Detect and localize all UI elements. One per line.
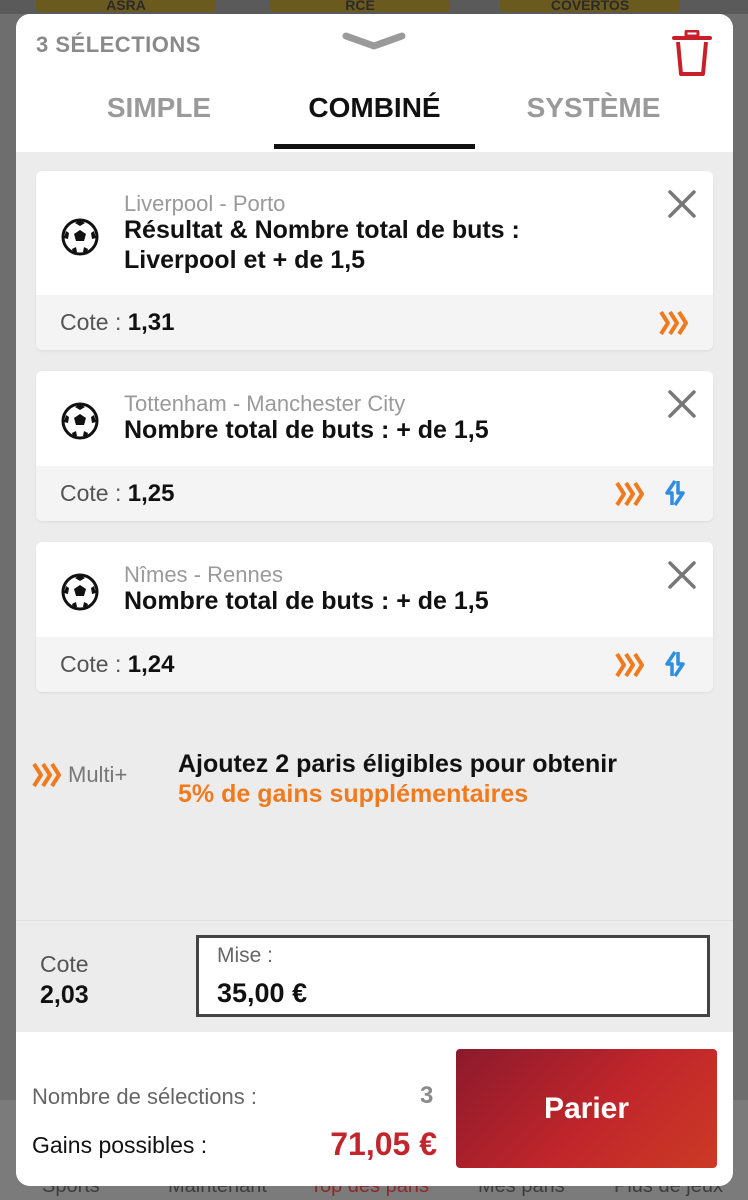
odds-display: Cote : 1,25 [60, 480, 174, 508]
selection-card: Nîmes - Rennes Nombre total de buts : + … [36, 542, 713, 692]
market-line: Nombre total de buts : + de 1,5 [124, 416, 489, 444]
match-name: Tottenham - Manchester City [124, 391, 406, 416]
selection-count: 3 SÉLECTIONS [36, 32, 201, 57]
place-bet-button[interactable]: Parier [456, 1049, 717, 1168]
stake-section: Cote 2,03 Mise : 35,00 € [16, 920, 733, 1033]
bet-summary: Nombre de sélections : 3 Gains possibles… [16, 1032, 733, 1186]
stake-input[interactable]: Mise : 35,00 € [196, 935, 710, 1017]
swap-icon [665, 651, 685, 677]
total-odds-value: 2,03 [40, 981, 89, 1009]
market-label: Nombre total de buts : + de 1,5 [124, 415, 644, 445]
odds-value: 1,24 [127, 651, 175, 678]
trash-icon[interactable] [672, 30, 712, 76]
multi-plus-subtitle: 5% de gains supplémentaires [178, 780, 529, 808]
close-icon[interactable] [667, 389, 697, 419]
boost-icon [659, 310, 688, 336]
stake-label: Mise : [217, 944, 274, 967]
odds-row: Cote : 1,24 [36, 637, 713, 692]
boost-icon [615, 481, 644, 507]
football-icon [61, 218, 99, 256]
tab-systeme[interactable]: SYSTÈME [516, 92, 671, 124]
odds-label: Cote : [60, 309, 122, 335]
odds-value: 1,31 [127, 309, 175, 336]
close-icon[interactable] [667, 560, 697, 590]
collapse-handle-icon[interactable] [342, 30, 406, 56]
swap-icon [665, 480, 685, 506]
market-line: Nombre total de buts : + de 1,5 [124, 587, 489, 615]
close-icon[interactable] [667, 189, 697, 219]
selection-card: Liverpool - Porto Résultat & Nombre tota… [36, 171, 713, 350]
background-button: ASRA [36, 0, 216, 12]
total-odds-label: Cote [40, 951, 89, 977]
bet-slip-sheet: 3 SÉLECTIONS SIMPLE COMBINÉ SYSTÈME Live… [16, 14, 733, 1186]
market-line: Liverpool et + de 1,5 [124, 246, 366, 274]
multi-plus-title: Ajoutez 2 paris éligibles pour obtenir [178, 750, 617, 778]
selections-count-value: 3 [420, 1082, 434, 1109]
multi-plus-label: Multi+ [68, 762, 128, 787]
boost-icon [615, 652, 644, 678]
potential-winnings-label: Gains possibles : [32, 1132, 208, 1158]
odds-label: Cote : [60, 651, 122, 677]
football-icon [61, 402, 99, 440]
match-name: Liverpool - Porto [124, 191, 286, 216]
match-name: Nîmes - Rennes [124, 562, 283, 587]
market-label: Résultat & Nombre total de buts : Liverp… [124, 215, 644, 275]
market-label: Nombre total de buts : + de 1,5 [124, 586, 644, 616]
stake-value: 35,00 € [217, 978, 308, 1008]
potential-winnings-value: 71,05 € [330, 1126, 437, 1162]
odds-row: Cote : 1,25 [36, 466, 713, 521]
odds-display: Cote : 1,31 [60, 309, 174, 337]
active-tab-indicator [274, 144, 475, 149]
background-button: RCE [270, 0, 450, 12]
selections-count-label: Nombre de sélections : [32, 1084, 257, 1109]
football-icon [61, 573, 99, 611]
odds-display: Cote : 1,24 [60, 651, 174, 679]
background-app-top: ASRA RCE COVERTOS [0, 0, 748, 14]
boost-icon [32, 762, 61, 788]
market-line: Résultat & Nombre total de buts : [124, 216, 520, 244]
odds-value: 1,25 [127, 480, 175, 507]
tab-simple[interactable]: SIMPLE [84, 92, 234, 124]
tab-combine[interactable]: COMBINÉ [274, 92, 475, 124]
odds-row: Cote : 1,31 [36, 295, 713, 350]
bet-slip-header: 3 SÉLECTIONS SIMPLE COMBINÉ SYSTÈME [16, 14, 733, 152]
background-button: COVERTOS [500, 0, 680, 12]
selection-card: Tottenham - Manchester City Nombre total… [36, 371, 713, 521]
odds-label: Cote : [60, 480, 122, 506]
